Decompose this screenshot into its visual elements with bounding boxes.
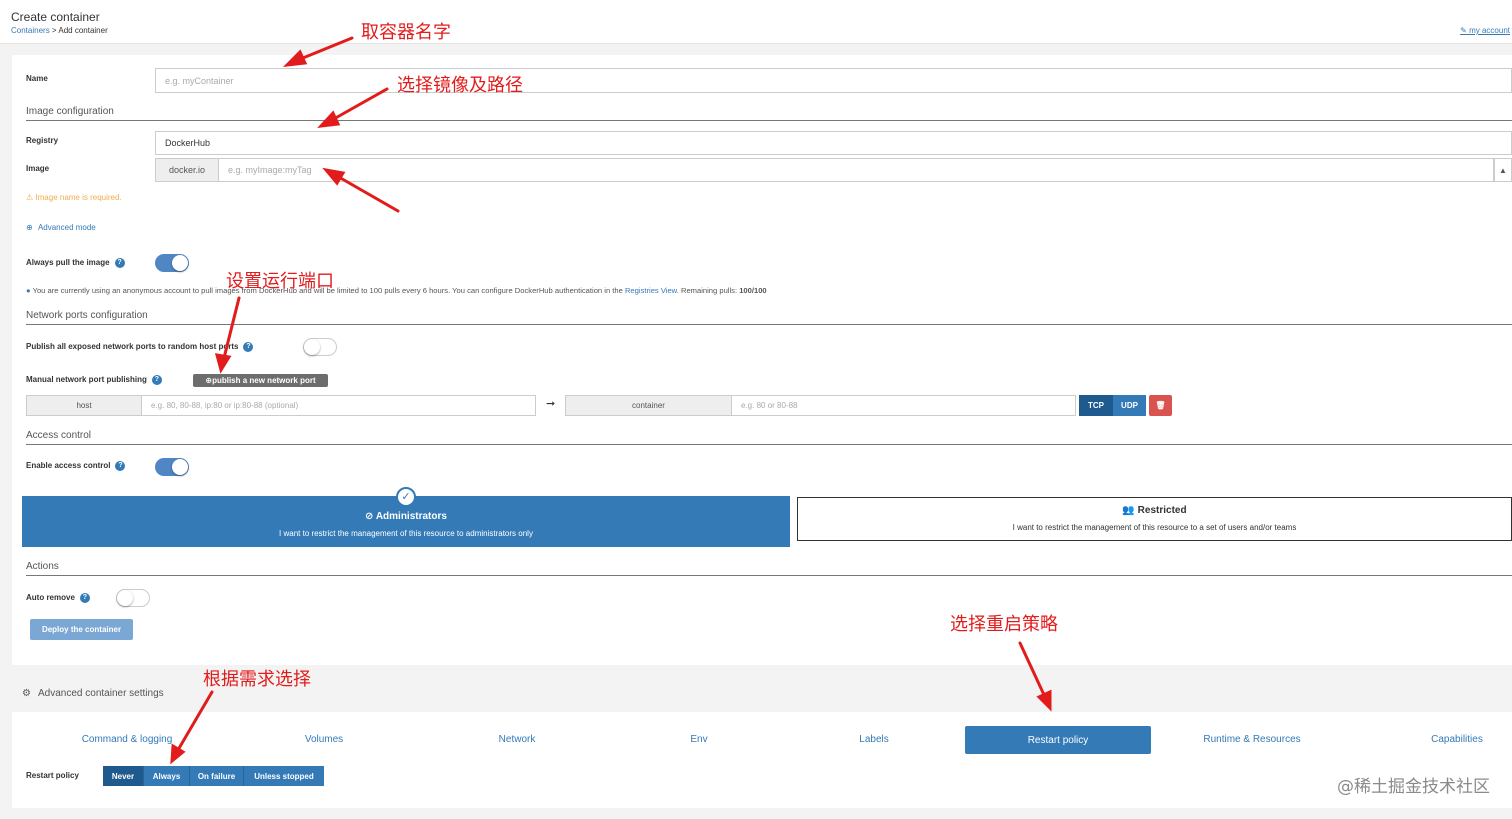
page-title: Create container <box>11 10 100 24</box>
registry-select[interactable]: DockerHub <box>155 131 1512 155</box>
registry-label: Registry <box>26 136 59 145</box>
annotation-ports: 设置运行端口 <box>226 271 334 292</box>
divider <box>26 324 1512 325</box>
help-icon[interactable]: ? <box>79 593 90 603</box>
restart-never-button[interactable]: Never <box>103 766 143 786</box>
tab-network[interactable]: Network <box>499 734 536 745</box>
globe-icon: ⊕ <box>26 223 33 232</box>
access-section-title: Access control <box>26 430 92 441</box>
image-config-title: Image configuration <box>26 106 114 117</box>
image-registry-prefix: docker.io <box>155 158 219 182</box>
image-label: Image <box>26 164 50 173</box>
annotation-name: 取容器名字 <box>361 22 451 43</box>
annotation-restart: 选择重启策略 <box>950 614 1058 635</box>
deploy-button[interactable]: Deploy the container <box>30 619 133 640</box>
advanced-settings-panel: Command & logging Volumes Network Env La… <box>12 712 1512 808</box>
restart-on-failure-button[interactable]: On failure <box>189 766 243 786</box>
tab-restart-policy[interactable]: Restart policy <box>965 726 1151 754</box>
restart-always-button[interactable]: Always <box>143 766 189 786</box>
auto-remove-toggle[interactable] <box>116 589 150 607</box>
plus-circle-icon: ⊕ <box>205 376 213 385</box>
help-icon[interactable]: ? <box>114 258 125 268</box>
eye-slash-icon: ⊘ <box>365 511 376 522</box>
users-icon: 👥 <box>1122 505 1138 516</box>
udp-button[interactable]: UDP <box>1113 395 1146 416</box>
always-pull-toggle[interactable] <box>155 254 189 272</box>
create-container-form: Name e.g. myContainer Image configuratio… <box>12 55 1512 665</box>
annotation-need: 根据需求选择 <box>203 669 311 690</box>
image-input[interactable]: e.g. myImage:myTag <box>218 158 1494 182</box>
breadcrumb-current: > Add container <box>51 26 108 35</box>
docker-search-icon[interactable]: ▲ <box>1494 158 1512 182</box>
container-label: container <box>565 395 732 416</box>
gear-icon: ⚙ <box>22 688 31 699</box>
advanced-settings-title: Advanced container settings <box>38 688 164 699</box>
help-icon[interactable]: ? <box>243 342 254 352</box>
my-account-link[interactable]: ✎ my account <box>1460 26 1510 35</box>
help-icon[interactable]: ? <box>115 461 126 471</box>
image-error: ⚠ Image name is required. <box>26 193 122 202</box>
tab-command-logging[interactable]: Command & logging <box>82 734 173 745</box>
info-icon: ● <box>26 286 31 295</box>
breadcrumb: Containers > Add container <box>11 26 108 35</box>
name-label: Name <box>26 74 48 83</box>
dockerhub-info: ● You are currently using an anonymous a… <box>26 286 767 295</box>
publish-all-toggle[interactable] <box>303 338 337 356</box>
restart-unless-stopped-button[interactable]: Unless stopped <box>243 766 324 786</box>
divider <box>26 120 1512 121</box>
wrench-icon: ✎ <box>1460 26 1467 35</box>
enable-access-label: Enable access control? <box>26 461 126 471</box>
warning-icon: ⚠ <box>26 193 34 202</box>
tab-labels[interactable]: Labels <box>859 734 888 745</box>
check-circle-icon: ✓ <box>396 487 416 507</box>
always-pull-label: Always pull the image? <box>26 258 125 268</box>
tab-capabilities[interactable]: Capabilities <box>1431 734 1483 745</box>
tab-env[interactable]: Env <box>690 734 707 745</box>
actions-section-title: Actions <box>26 561 59 572</box>
tab-runtime-resources[interactable]: Runtime & Resources <box>1203 734 1300 745</box>
divider <box>26 444 1512 445</box>
host-port-input[interactable]: e.g. 80, 80-88, ip:80 or ip:80-88 (optio… <box>141 395 536 416</box>
publish-all-label: Publish all exposed network ports to ran… <box>26 342 254 352</box>
page-header: Create container Containers > Add contai… <box>0 0 1512 44</box>
restricted-option[interactable]: 👥 Restricted I want to restrict the mana… <box>797 497 1512 541</box>
manual-publish-label: Manual network port publishing? <box>26 375 162 385</box>
annotation-image: 选择镜像及路径 <box>397 75 523 96</box>
breadcrumb-containers-link[interactable]: Containers <box>11 26 50 35</box>
host-label: host <box>26 395 142 416</box>
auto-remove-label: Auto remove? <box>26 593 90 603</box>
tab-volumes[interactable]: Volumes <box>305 734 343 745</box>
registries-view-link[interactable]: Registries View <box>625 286 677 295</box>
help-icon[interactable]: ? <box>151 375 162 385</box>
restart-policy-label: Restart policy <box>26 771 79 780</box>
ports-section-title: Network ports configuration <box>26 310 148 321</box>
advanced-mode-link[interactable]: ⊕ Advanced mode <box>26 223 96 232</box>
watermark: @稀土掘金技术社区 <box>1337 777 1490 797</box>
tcp-button[interactable]: TCP <box>1079 395 1113 416</box>
container-port-input[interactable]: e.g. 80 or 80-88 <box>731 395 1076 416</box>
name-input[interactable]: e.g. myContainer <box>155 68 1512 93</box>
trash-icon[interactable]: 🗑 <box>1149 395 1172 416</box>
divider <box>26 575 1512 576</box>
publish-new-port-button[interactable]: ⊕ publish a new network port <box>193 374 328 387</box>
access-control-toggle[interactable] <box>155 458 189 476</box>
arrow-right-icon: ➞ <box>546 398 556 410</box>
